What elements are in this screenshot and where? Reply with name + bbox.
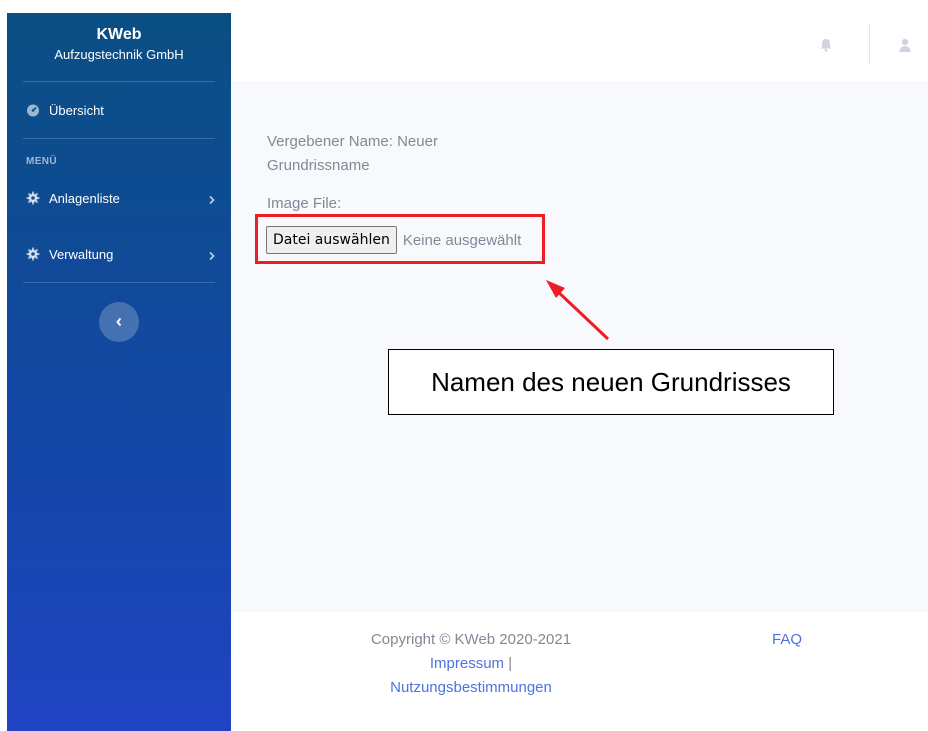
chevron-right-icon bbox=[208, 249, 216, 261]
sidebar-divider bbox=[23, 81, 215, 82]
topbar-divider bbox=[869, 23, 870, 65]
bell-icon[interactable] bbox=[818, 37, 834, 53]
footer-info: Copyright © KWeb 2020-2021 Impressum | N… bbox=[361, 628, 581, 700]
topbar bbox=[231, 13, 928, 81]
brand-subtitle: Aufzugstechnik GmbH bbox=[54, 47, 184, 62]
copyright-text: Copyright © KWeb 2020-2021 bbox=[370, 631, 572, 648]
impressum-link[interactable]: Impressum bbox=[430, 655, 504, 672]
sidebar-item-anlagenliste[interactable]: Anlagenliste bbox=[26, 186, 216, 210]
callout-text: Namen des neuen Grundrisses bbox=[431, 366, 791, 397]
main-content: Vergebener Name: Neuer Grundrissname Ima… bbox=[231, 81, 928, 612]
footer-links: Impressum | Nutzungsbestimmungen bbox=[361, 652, 581, 700]
sidebar-toggle-button[interactable] bbox=[99, 302, 139, 342]
gear-icon bbox=[26, 191, 40, 205]
terms-link[interactable]: Nutzungsbestimmungen bbox=[390, 679, 552, 696]
sidebar-item-verwaltung[interactable]: Verwaltung bbox=[26, 242, 216, 266]
chevron-left-icon bbox=[115, 317, 123, 327]
dashboard-icon bbox=[26, 103, 40, 117]
sidebar-item-label: Übersicht bbox=[49, 102, 104, 118]
link-separator: | bbox=[508, 655, 513, 672]
sidebar-section-heading: MENÜ bbox=[26, 156, 58, 167]
user-icon[interactable] bbox=[897, 37, 913, 53]
sidebar-divider bbox=[23, 138, 215, 139]
chevron-right-icon bbox=[208, 193, 216, 205]
brand-title: KWeb bbox=[96, 26, 142, 43]
sidebar-divider bbox=[23, 282, 215, 283]
sidebar-item-label: Verwaltung bbox=[49, 246, 114, 262]
annotation-arrow bbox=[546, 280, 610, 341]
brand[interactable]: KWeb Aufzugstechnik GmbH bbox=[7, 25, 231, 65]
footer: Copyright © KWeb 2020-2021 Impressum | N… bbox=[231, 612, 928, 731]
annotation-callout: Namen des neuen Grundrisses bbox=[388, 349, 834, 415]
sidebar-item-label: Anlagenliste bbox=[49, 190, 120, 206]
gear-icon bbox=[26, 247, 40, 261]
faq-link[interactable]: FAQ bbox=[772, 628, 802, 652]
sidebar: KWeb Aufzugstechnik GmbH Übersicht MENÜ … bbox=[7, 13, 231, 731]
sidebar-item-overview[interactable]: Übersicht bbox=[26, 98, 216, 122]
